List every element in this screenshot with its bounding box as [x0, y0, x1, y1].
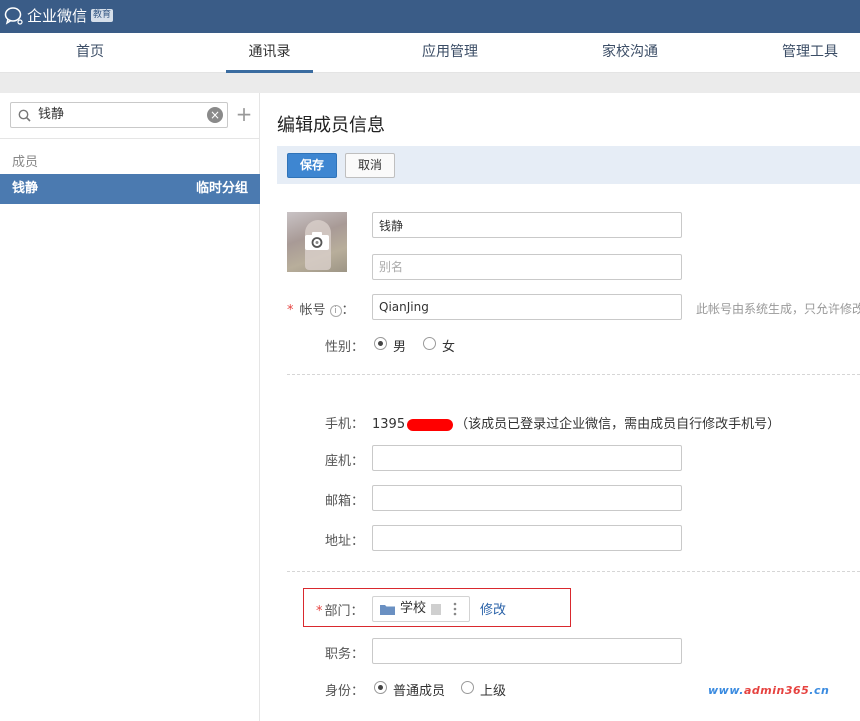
email-input[interactable]: [372, 485, 682, 511]
member-name: 钱静: [12, 181, 39, 196]
account-input[interactable]: [372, 294, 682, 320]
nav-home-school[interactable]: 家校沟通: [580, 33, 680, 73]
phone-note: （该成员已登录过企业微信，需由成员自行修改手机号）: [455, 417, 781, 432]
department-label: 部门：: [324, 604, 364, 619]
phone-prefix: 1395: [372, 417, 406, 432]
member-list-item[interactable]: 钱静 临时分组: [0, 174, 260, 204]
department-name: 学校: [400, 601, 427, 616]
member-group: 临时分组: [195, 181, 248, 196]
identity-member-label[interactable]: 普通成员: [393, 680, 445, 699]
address-label: 地址：: [325, 534, 365, 549]
phone-value: 1395 （该成员已登录过企业微信，需由成员自行修改手机号）: [372, 413, 780, 432]
position-input[interactable]: [372, 638, 682, 664]
email-label: 邮箱：: [325, 494, 365, 509]
search-input[interactable]: [38, 103, 198, 127]
alias-input[interactable]: [372, 254, 682, 280]
app-logo[interactable]: 企业微信 教育: [4, 5, 114, 26]
address-input[interactable]: [372, 525, 682, 551]
account-colon: ：: [341, 303, 355, 318]
gender-male-label[interactable]: 男: [393, 336, 406, 355]
divider: [0, 138, 260, 139]
phone-label: 手机：: [325, 417, 365, 432]
folder-icon: [380, 605, 395, 615]
add-icon[interactable]: +: [235, 102, 253, 128]
section-label: 成员: [12, 155, 39, 170]
page-title: 编辑成员信息: [277, 115, 385, 136]
edition-badge: 教育: [91, 9, 114, 22]
site-watermark: www.admin365.cn: [708, 684, 830, 697]
identity-member-radio[interactable]: [374, 681, 387, 694]
search-icon: [18, 109, 31, 122]
info-icon[interactable]: i: [329, 304, 342, 317]
landline-input[interactable]: [372, 445, 682, 471]
main-nav: 首页 通讯录 应用管理 家校沟通 管理工具: [0, 33, 860, 73]
avatar[interactable]: [287, 212, 347, 272]
required-mark: *: [316, 604, 323, 619]
gender-male-radio[interactable]: [374, 337, 387, 350]
nav-app-management[interactable]: 应用管理: [400, 33, 500, 73]
position-label: 职务：: [325, 647, 365, 662]
save-button[interactable]: 保存: [287, 153, 337, 178]
edit-member-panel: 编辑成员信息 保存 取消 *帐号i： 此帐号由系统生成，只允许修改 性别： 男 …: [261, 93, 860, 721]
cancel-button[interactable]: 取消: [345, 153, 395, 178]
landline-label: 座机：: [325, 454, 365, 469]
nav-home[interactable]: 首页: [40, 33, 140, 73]
department-tag[interactable]: 学校: [372, 596, 470, 622]
gender-female-radio[interactable]: [423, 337, 436, 350]
department-label-row: * 部门：: [316, 600, 364, 619]
more-options-icon[interactable]: [453, 601, 457, 617]
identity-superior-label[interactable]: 上级: [480, 680, 506, 699]
top-bar: 企业微信 教育: [0, 0, 860, 33]
name-input[interactable]: [372, 212, 682, 238]
sidebar: × + 成员 钱静 临时分组: [0, 93, 260, 721]
account-hint: 此帐号由系统生成，只允许修改: [696, 302, 860, 316]
member-search: ×: [10, 102, 228, 128]
identity-label: 身份：: [325, 684, 365, 699]
edit-department-link[interactable]: 修改: [480, 599, 506, 618]
gender-label: 性别：: [325, 340, 365, 355]
nav-admin-tools[interactable]: 管理工具: [760, 33, 860, 73]
account-label: 帐号: [299, 303, 326, 318]
clear-search-icon[interactable]: ×: [207, 107, 223, 123]
gender-female-label[interactable]: 女: [442, 336, 455, 355]
required-mark: *: [287, 303, 294, 318]
account-label-row: * 帐号 i：: [287, 299, 355, 318]
section-divider: [287, 374, 860, 375]
wecom-logo-icon: [4, 6, 23, 25]
action-toolbar: 保存 取消: [277, 146, 860, 184]
content-separator: [0, 73, 860, 93]
identity-superior-radio[interactable]: [461, 681, 474, 694]
app-title: 企业微信: [27, 7, 88, 25]
nav-contacts[interactable]: 通讯录: [226, 33, 313, 73]
document-icon: [431, 604, 441, 615]
section-divider: [287, 571, 860, 572]
camera-icon: [305, 232, 329, 250]
redacted-phone-digits: [407, 418, 454, 431]
